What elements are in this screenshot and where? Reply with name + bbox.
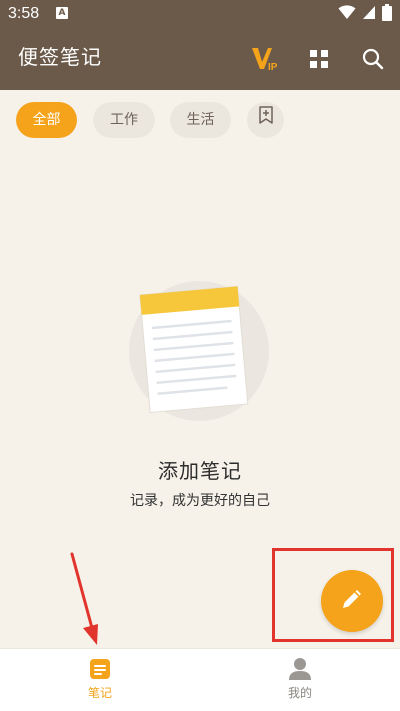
status-time: 3:58 bbox=[8, 5, 40, 22]
nav-tab-mine[interactable]: 我的 bbox=[200, 649, 400, 711]
empty-state-title: 添加笔记 bbox=[158, 459, 242, 483]
notes-icon bbox=[88, 657, 112, 681]
filter-row: 全部 工作 生活 bbox=[0, 90, 400, 152]
user-icon bbox=[288, 657, 312, 681]
search-icon[interactable] bbox=[358, 44, 388, 74]
status-bar: 3:58 A bbox=[0, 0, 400, 28]
filter-chip-all[interactable]: 全部 bbox=[16, 102, 77, 138]
red-arrow-annotation bbox=[64, 550, 104, 650]
add-note-fab[interactable] bbox=[321, 570, 383, 632]
empty-notes-illustration bbox=[128, 280, 270, 422]
wifi-icon bbox=[338, 4, 356, 24]
bottom-nav: 笔记 我的 bbox=[0, 648, 400, 711]
nav-label-notes: 笔记 bbox=[87, 686, 112, 700]
filter-chip-life[interactable]: 生活 bbox=[170, 102, 231, 138]
svg-text:IP: IP bbox=[268, 62, 278, 72]
empty-state-subtitle: 记录，成为更好的自己 bbox=[130, 493, 270, 509]
signal-icon bbox=[362, 4, 376, 24]
pencil-icon bbox=[339, 586, 365, 616]
add-category-button[interactable] bbox=[247, 102, 284, 138]
notification-icon: A bbox=[56, 7, 68, 19]
nav-label-mine: 我的 bbox=[287, 686, 312, 700]
nav-tab-notes[interactable]: 笔记 bbox=[0, 649, 200, 711]
page-title: 便签笔记 bbox=[18, 45, 102, 69]
status-icons bbox=[338, 3, 392, 25]
battery-icon bbox=[382, 3, 392, 25]
vip-icon[interactable]: IP bbox=[250, 44, 280, 74]
bookmark-plus-icon bbox=[258, 102, 274, 138]
app-header: 便签笔记 IP bbox=[0, 28, 400, 90]
filter-chip-work[interactable]: 工作 bbox=[93, 102, 155, 138]
grid-icon[interactable] bbox=[304, 44, 334, 74]
